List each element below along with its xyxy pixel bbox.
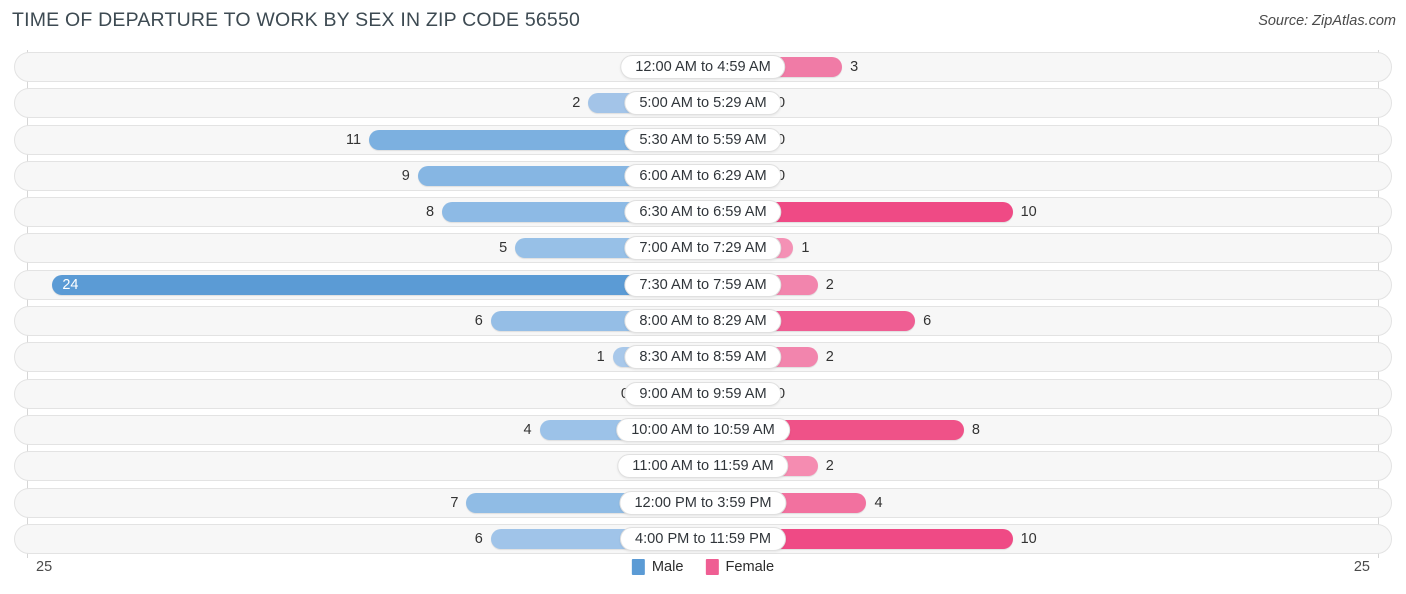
chart-row: 906:00 AM to 6:29 AM <box>0 160 1406 191</box>
category-label: 6:00 AM to 6:29 AM <box>624 163 782 188</box>
chart-row: 7 4 12:00 PM to 3:59 PM <box>0 487 1406 518</box>
value-label-male: 7 <box>450 494 459 511</box>
chart-row: 205:00 AM to 5:29 AM <box>0 88 1406 119</box>
category-label: 12:00 PM to 3:59 PM <box>619 490 787 515</box>
category-label: 7:00 AM to 7:29 AM <box>624 236 782 261</box>
value-label-female: 8 <box>971 421 980 438</box>
category-label: 8:00 AM to 8:29 AM <box>624 309 782 334</box>
chart-plot-area: 0312:00 AM to 4:59 AM205:00 AM to 5:29 A… <box>0 50 1406 558</box>
value-label-female: 10 <box>1020 530 1037 547</box>
category-label: 8:30 AM to 8:59 AM <box>624 345 782 370</box>
chart-footer: 25 25 Male Female <box>0 556 1406 594</box>
category-label: 11:00 AM to 11:59 AM <box>617 454 789 479</box>
category-label: 10:00 AM to 10:59 AM <box>616 417 790 442</box>
chart-row: 24 2 7:30 AM to 7:59 AM <box>0 269 1406 300</box>
legend-swatch-female-icon <box>705 559 719 575</box>
chart-row: 5 1 7:00 AM to 7:29 AM <box>0 233 1406 264</box>
value-label-male: 9 <box>401 167 410 184</box>
legend-swatch-male-icon <box>631 559 645 575</box>
chart-page: TIME OF DEPARTURE TO WORK BY SEX IN ZIP … <box>0 0 1406 594</box>
value-label-male: 24 <box>62 276 79 293</box>
chart-row: 0211:00 AM to 11:59 AM <box>0 451 1406 482</box>
chart-row: 8 10 6:30 AM to 6:59 AM <box>0 197 1406 228</box>
axis-tick-left: 25 <box>36 559 53 575</box>
chart-row: 4 8 10:00 AM to 10:59 AM <box>0 414 1406 445</box>
value-label-male: 6 <box>474 313 483 330</box>
value-label-female: 2 <box>825 276 834 293</box>
chart-row: 0312:00 AM to 4:59 AM <box>0 52 1406 82</box>
legend-label-female: Female <box>725 559 775 575</box>
value-label-male: 6 <box>474 530 483 547</box>
value-label-female: 1 <box>801 240 810 257</box>
value-label-male: 5 <box>499 240 508 257</box>
category-label: 6:30 AM to 6:59 AM <box>624 200 782 225</box>
category-label: 5:30 AM to 5:59 AM <box>624 127 782 152</box>
legend-item-female[interactable]: Female <box>705 559 774 575</box>
value-label-female: 2 <box>825 458 834 475</box>
legend-label-male: Male <box>651 559 684 575</box>
value-label-male: 2 <box>572 95 581 112</box>
value-label-female: 2 <box>825 349 834 366</box>
value-label-female: 4 <box>874 494 883 511</box>
category-label: 9:00 AM to 9:59 AM <box>624 381 782 406</box>
value-label-male: 11 <box>345 131 362 148</box>
bar-rows-container: 0312:00 AM to 4:59 AM205:00 AM to 5:29 A… <box>0 52 1406 560</box>
page-title: TIME OF DEPARTURE TO WORK BY SEX IN ZIP … <box>12 9 581 31</box>
axis-tick-right: 25 <box>1353 559 1370 575</box>
value-label-female: 6 <box>923 313 932 330</box>
chart-row: 6 6 8:00 AM to 8:29 AM <box>0 306 1406 337</box>
category-label: 12:00 AM to 4:59 AM <box>620 55 786 79</box>
bar-male[interactable] <box>52 274 703 295</box>
legend-item-male[interactable]: Male <box>631 559 684 575</box>
value-label-male: 8 <box>426 204 435 221</box>
value-label-male: 1 <box>596 349 605 366</box>
category-label: 5:00 AM to 5:29 AM <box>624 91 782 116</box>
value-label-male: 4 <box>523 421 532 438</box>
category-label: 4:00 PM to 11:59 PM <box>619 526 787 551</box>
source-attribution: Source: ZipAtlas.com <box>1258 13 1396 29</box>
category-label: 7:30 AM to 7:59 AM <box>624 272 782 297</box>
chart-row: 6 10 4:00 PM to 11:59 PM <box>0 523 1406 554</box>
chart-legend: Male Female <box>631 559 774 575</box>
chart-row: 1 2 8:30 AM to 8:59 AM <box>0 342 1406 373</box>
value-label-female: 10 <box>1020 204 1037 221</box>
chart-row: 1105:30 AM to 5:59 AM <box>0 124 1406 155</box>
value-label-female: 3 <box>850 59 859 75</box>
chart-row: 009:00 AM to 9:59 AM <box>0 378 1406 409</box>
